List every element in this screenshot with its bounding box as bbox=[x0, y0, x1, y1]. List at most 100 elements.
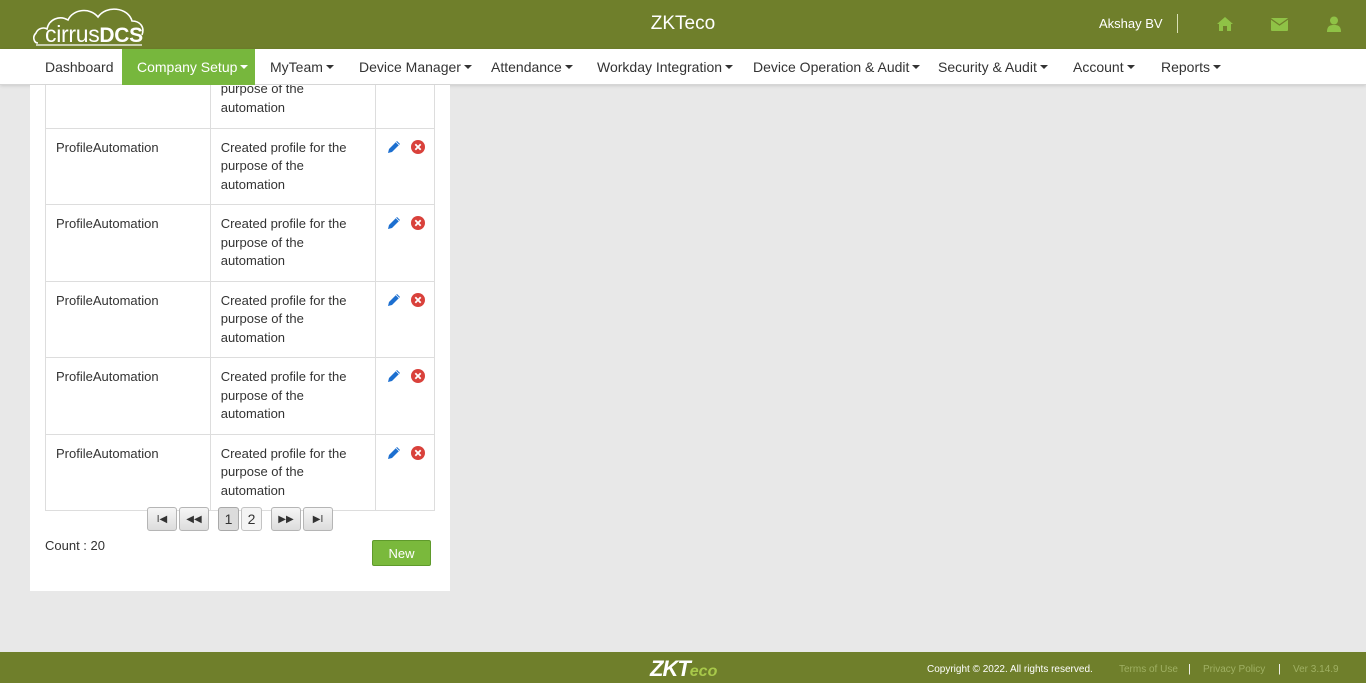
first-page-button[interactable]: I◀ bbox=[147, 507, 177, 531]
nav-myteam[interactable]: MyTeam bbox=[270, 49, 334, 85]
description-line: Created profile for the bbox=[220, 445, 347, 461]
table-row: purpose of the automation bbox=[45, 85, 435, 129]
new-button[interactable]: New bbox=[372, 540, 431, 566]
home-icon[interactable] bbox=[1215, 14, 1235, 34]
table-row: ProfileAutomation Created profile for th… bbox=[45, 357, 435, 435]
nav-device-manager[interactable]: Device Manager bbox=[359, 49, 472, 85]
delete-x-icon[interactable] bbox=[410, 368, 426, 384]
delete-x-icon[interactable] bbox=[410, 139, 426, 155]
nav-label: Account bbox=[1073, 59, 1124, 75]
description-text: automation bbox=[220, 100, 286, 115]
description-cell: Created profile for the purpose of the aut… bbox=[209, 433, 377, 511]
description-cell: Created profile for the purpose of the aut… bbox=[209, 127, 377, 205]
caret-down-icon bbox=[240, 65, 249, 69]
description-line: automation bbox=[220, 253, 286, 268]
prev-page-button[interactable]: ◀◀ bbox=[179, 507, 209, 531]
description-cell: Created profile for the purpose of the aut… bbox=[209, 280, 377, 358]
caret-down-icon bbox=[1213, 65, 1222, 69]
description-line: automation bbox=[220, 482, 286, 498]
nav-label: Workday Integration bbox=[597, 59, 723, 75]
nav-workday-integration[interactable]: Workday Integration bbox=[597, 49, 734, 85]
footer: ZKTeco Copyright © 2022. All rights rese… bbox=[0, 652, 1366, 683]
caret-down-icon bbox=[725, 65, 734, 69]
description-line: purpose of the bbox=[220, 387, 304, 403]
name-cell bbox=[45, 85, 211, 129]
header-divider bbox=[1177, 14, 1178, 33]
name-cell: ProfileAutomation bbox=[45, 357, 211, 435]
delete-x-icon[interactable] bbox=[410, 445, 426, 461]
description-line: purpose of the bbox=[220, 158, 304, 173]
actions-cell bbox=[375, 433, 435, 511]
last-page-button[interactable]: ▶I bbox=[303, 507, 333, 531]
caret-down-icon bbox=[1039, 65, 1048, 69]
terms-link[interactable]: Terms of Use bbox=[1119, 664, 1178, 675]
user-name[interactable]: Akshay BV bbox=[1099, 16, 1163, 31]
description-line: purpose of the bbox=[220, 234, 304, 250]
page-1-button[interactable]: 1 bbox=[218, 507, 239, 531]
nav-company-setup[interactable]: Company Setup bbox=[122, 49, 255, 85]
description-line: purpose of the bbox=[220, 311, 304, 326]
footer-separator: | bbox=[1188, 663, 1191, 675]
nav-label: Company Setup bbox=[137, 59, 238, 75]
nav-account[interactable]: Account bbox=[1073, 49, 1135, 85]
name-cell: ProfileAutomation bbox=[45, 127, 211, 205]
description-line: Created profile for the bbox=[220, 292, 347, 308]
description-line: automation bbox=[220, 329, 286, 345]
nav-attendance[interactable]: Attendance bbox=[491, 49, 573, 85]
delete-x-icon[interactable] bbox=[410, 292, 426, 308]
table-row: ProfileAutomation Created profile for th… bbox=[45, 433, 435, 511]
user-icon[interactable] bbox=[1324, 14, 1344, 34]
description-cell: Created profile for the purpose of the aut… bbox=[209, 357, 377, 435]
caret-down-icon bbox=[1126, 65, 1135, 69]
table-row: ProfileAutomation Created profile for th… bbox=[45, 204, 435, 282]
caret-down-icon bbox=[564, 65, 573, 69]
description-cell: purpose of the automation bbox=[209, 85, 377, 129]
copyright-text: Copyright © 2022. All rights reserved. bbox=[927, 664, 1093, 675]
footer-separator: | bbox=[1278, 663, 1281, 675]
description-line: purpose of the bbox=[220, 464, 304, 479]
actions-cell bbox=[375, 85, 435, 129]
edit-pencil-icon[interactable] bbox=[386, 215, 402, 231]
nav-device-operation-audit[interactable]: Device Operation & Audit bbox=[753, 49, 921, 85]
zkteco-logo: ZKTeco bbox=[650, 656, 718, 681]
name-cell: ProfileAutomation bbox=[45, 433, 211, 511]
caret-down-icon bbox=[463, 65, 472, 69]
profile-list-panel: purpose of the automation ProfileAutomati… bbox=[30, 85, 450, 591]
nav-reports[interactable]: Reports bbox=[1161, 49, 1222, 85]
name-cell: ProfileAutomation bbox=[45, 280, 211, 358]
top-header: cirrusDCS ZKTeco Akshay BV bbox=[0, 0, 1366, 49]
edit-pencil-icon[interactable] bbox=[386, 368, 402, 384]
nav-label: Device Operation & Audit bbox=[753, 59, 910, 75]
edit-pencil-icon[interactable] bbox=[386, 139, 402, 155]
actions-cell bbox=[375, 204, 435, 282]
record-count: Count : 20 bbox=[45, 538, 105, 553]
actions-cell bbox=[375, 280, 435, 358]
description-line: automation bbox=[220, 406, 286, 421]
description-line: Created profile for the bbox=[220, 369, 347, 384]
description-line: Created profile for the bbox=[220, 139, 347, 155]
nav-label: Reports bbox=[1161, 59, 1211, 75]
nav-label: MyTeam bbox=[270, 59, 323, 75]
nav-label: Security & Audit bbox=[938, 59, 1037, 75]
description-line: automation bbox=[220, 176, 286, 192]
nav-label: Device Manager bbox=[359, 59, 461, 75]
next-page-button[interactable]: ▶▶ bbox=[271, 507, 301, 531]
envelope-icon[interactable] bbox=[1269, 14, 1289, 34]
nav-security-audit[interactable]: Security & Audit bbox=[938, 49, 1048, 85]
edit-pencil-icon[interactable] bbox=[386, 292, 402, 308]
description-cell: Created profile for the purpose of the aut… bbox=[209, 204, 377, 282]
table-row: ProfileAutomation Created profile for th… bbox=[45, 127, 435, 205]
privacy-link[interactable]: Privacy Policy bbox=[1203, 664, 1265, 675]
actions-cell bbox=[375, 357, 435, 435]
edit-pencil-icon[interactable] bbox=[386, 445, 402, 461]
nav-dashboard[interactable]: Dashboard bbox=[45, 49, 114, 85]
table-row: ProfileAutomation Created profile for th… bbox=[45, 280, 435, 358]
caret-down-icon bbox=[325, 65, 334, 69]
nav-label: Attendance bbox=[491, 59, 562, 75]
nav-label: Dashboard bbox=[45, 59, 114, 75]
version-text: Ver 3.14.9 bbox=[1293, 664, 1339, 675]
page-2-button[interactable]: 2 bbox=[241, 507, 262, 531]
description-line: Created profile for the bbox=[220, 216, 347, 231]
delete-x-icon[interactable] bbox=[410, 215, 426, 231]
main-nav: Dashboard Company Setup MyTeam Device Ma… bbox=[0, 49, 1366, 85]
